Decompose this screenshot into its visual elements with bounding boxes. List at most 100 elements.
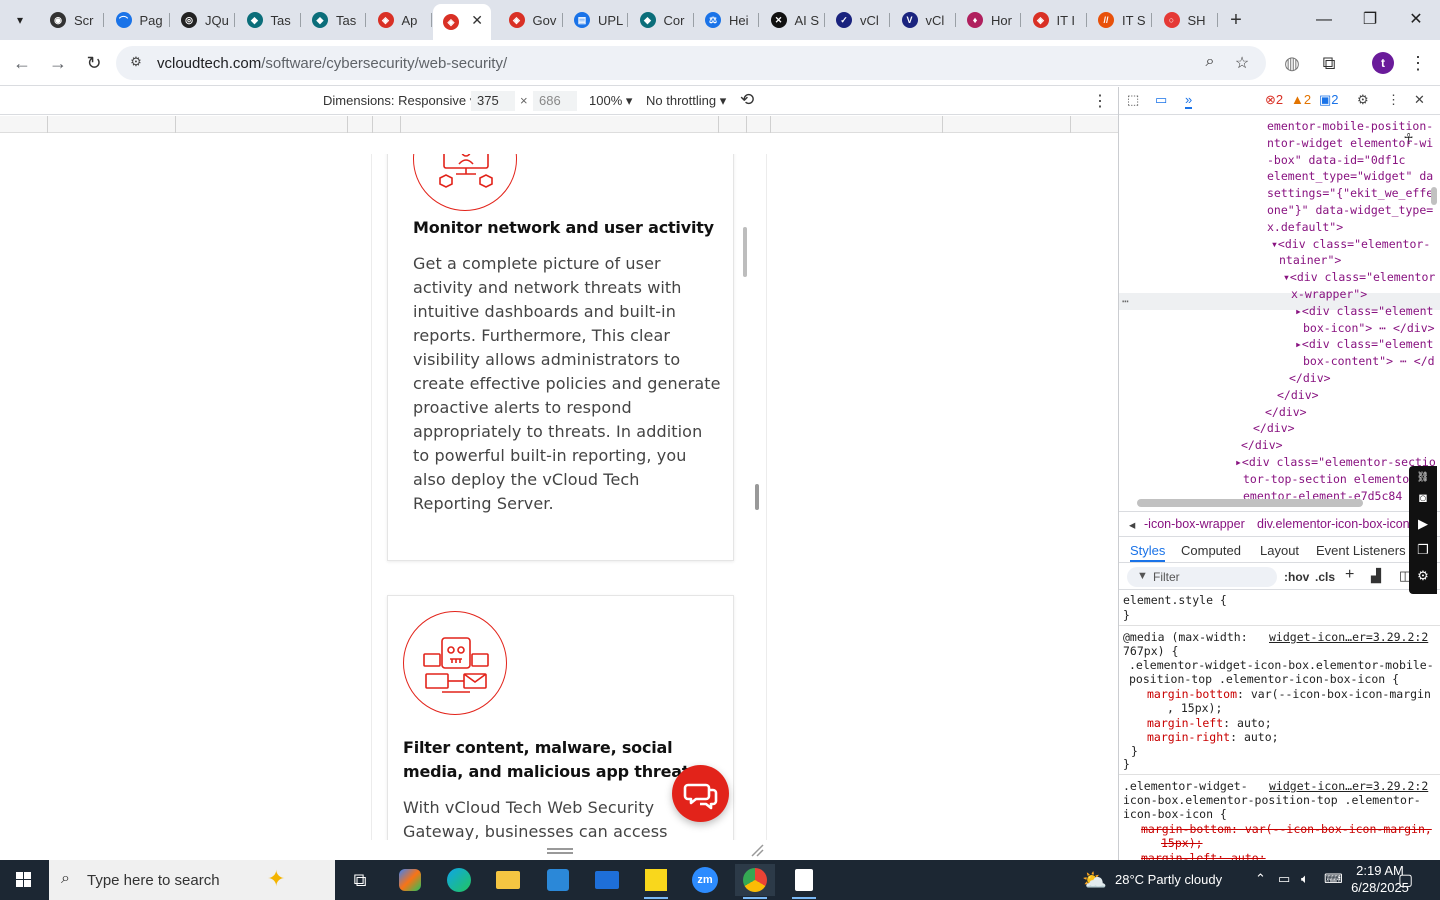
device-toggle-icon[interactable]: ▭ — [1155, 92, 1167, 108]
hov-toggle[interactable]: :hov — [1284, 570, 1309, 584]
browser-tab[interactable]: ⚖ Hei — [695, 4, 759, 36]
dom-node-line[interactable]: ▸<div class="elementor-sectio — [1235, 454, 1436, 471]
browser-tab[interactable]: ♦ Hor — [957, 4, 1021, 36]
browser-tab[interactable]: // IT S — [1088, 4, 1152, 36]
settings-gear-icon[interactable]: ⚙ — [1357, 92, 1369, 108]
rotate-icon[interactable]: ⟲ — [740, 90, 754, 110]
messages-badge[interactable]: ▣2 — [1319, 92, 1339, 108]
tab-close-icon[interactable]: ✕ — [471, 12, 483, 29]
dom-node-line[interactable]: x-wrapper"> — [1291, 286, 1367, 303]
notifications-icon[interactable]: ▢ — [1398, 870, 1413, 890]
browser-menu-icon[interactable]: ⋮ — [1405, 50, 1431, 76]
browser-tab[interactable]: ◆ Tas — [237, 4, 301, 36]
chrome-icon[interactable] — [735, 864, 775, 899]
more-options-icon[interactable]: ⋮ — [1092, 91, 1108, 111]
overridden-declaration[interactable]: margin-left: auto; — [1141, 851, 1266, 860]
link-icon[interactable]: ⛓ — [1413, 468, 1433, 488]
resize-handle-bottom[interactable] — [547, 848, 573, 854]
throttling-dropdown[interactable]: No throttling ▾ — [646, 93, 726, 109]
file-explorer-icon[interactable] — [488, 864, 528, 896]
translate-icon[interactable]: ◍ — [1279, 50, 1305, 76]
mail-icon[interactable] — [587, 864, 627, 896]
dom-node-line[interactable]: ementor-mobile-position- — [1267, 118, 1433, 135]
dom-node-line[interactable]: ▸<div class="element — [1295, 303, 1433, 320]
styles-pane[interactable]: element.style { } @media (max-width: wid… — [1119, 591, 1440, 860]
paint-brush-icon[interactable]: ▟ — [1371, 568, 1381, 584]
sticky-notes-icon[interactable] — [636, 864, 676, 899]
media-query-ruler[interactable] — [0, 116, 1118, 133]
microsoft-store-icon[interactable] — [538, 864, 578, 896]
camera-icon[interactable]: ◙ — [1413, 488, 1433, 508]
browser-tab[interactable]: ◎ JQu — [171, 4, 235, 36]
dom-node-line[interactable]: </div> — [1241, 437, 1283, 454]
video-camera-icon[interactable]: ▶ — [1413, 514, 1433, 534]
browser-tab[interactable]: ⌒ Pag — [106, 4, 170, 36]
browser-tab[interactable]: ◈ ✕ — [433, 4, 491, 40]
elements-vertical-scrollbar[interactable] — [1431, 187, 1437, 205]
new-tab-button[interactable]: + — [1224, 8, 1248, 32]
css-property[interactable]: margin-left — [1147, 716, 1223, 730]
dom-node-line[interactable]: ▾<div class="elementor — [1283, 269, 1435, 286]
tab-styles[interactable]: Styles — [1130, 543, 1166, 562]
tab-event-listeners[interactable]: Event Listeners — [1316, 543, 1406, 558]
minimize-button[interactable]: — — [1310, 8, 1338, 32]
browser-tab[interactable]: ▤ UPL — [564, 4, 628, 36]
back-button[interactable]: ← — [9, 50, 35, 76]
url-text[interactable]: vcloudtech.com/software/cybersecurity/we… — [157, 55, 507, 72]
dom-node-line[interactable]: settings="{"ekit_we_effe — [1267, 185, 1433, 202]
browser-tab[interactable]: ✕ AI S — [761, 4, 825, 36]
keyboard-icon[interactable]: ⌨ — [1324, 871, 1343, 887]
zoom-dropdown[interactable]: 100% ▾ — [589, 93, 632, 109]
browser-tab[interactable]: ◈ Gov — [499, 4, 563, 36]
css-property[interactable]: margin-bottom — [1147, 687, 1237, 701]
task-view-icon[interactable]: ⧉ — [340, 864, 380, 896]
tab-computed[interactable]: Computed — [1181, 543, 1241, 558]
dom-node-line[interactable]: -box" data-id="0df1c — [1267, 152, 1405, 169]
zoom-app-icon[interactable]: zm — [685, 864, 725, 896]
cls-toggle[interactable]: .cls — [1315, 570, 1335, 584]
reload-button[interactable]: ↻ — [81, 50, 107, 76]
browser-tab[interactable]: ◆ Tas — [302, 4, 366, 36]
overridden-declaration[interactable]: margin-bottom: var(--icon-box-icon-margi… — [1141, 822, 1432, 837]
css-property[interactable]: margin-right — [1147, 730, 1230, 744]
more-panels-icon[interactable]: » — [1185, 92, 1193, 109]
start-button[interactable] — [0, 860, 48, 900]
source-link[interactable]: widget-icon…er=3.29.2:2 — [1269, 630, 1428, 645]
dom-node-line[interactable]: </div> — [1277, 387, 1319, 404]
volume-icon[interactable]: 🔈︎ — [1301, 871, 1309, 887]
tab-search-button[interactable]: ▾ — [6, 6, 34, 34]
height-input[interactable]: 686 — [533, 91, 577, 111]
source-link[interactable]: widget-icon…er=3.29.2:2 — [1269, 779, 1428, 794]
site-info-icon[interactable]: ⚙ — [126, 54, 146, 72]
dom-node-line[interactable]: box-icon"> ⋯ </div> — [1303, 320, 1435, 337]
close-devtools-icon[interactable]: ✕ — [1414, 92, 1425, 108]
tab-layout[interactable]: Layout — [1260, 543, 1299, 558]
forward-button[interactable]: → — [45, 50, 71, 76]
bookmark-star-icon[interactable]: ☆ — [1232, 53, 1252, 73]
extensions-icon[interactable]: ⧉ — [1316, 50, 1342, 76]
browser-tab[interactable]: ○ SH — [1154, 4, 1218, 36]
errors-badge[interactable]: ⊗2 — [1265, 92, 1283, 108]
dom-node-line[interactable]: ntor-widget elementor-wi — [1267, 135, 1433, 152]
browser-tab[interactable]: ◈ Ap — [368, 4, 432, 36]
styles-filter-input[interactable]: ▼ Filter — [1127, 567, 1277, 587]
maximize-button[interactable]: ❐ — [1356, 8, 1384, 32]
device-scrollbar[interactable] — [743, 227, 747, 277]
network-icon[interactable]: ▭ — [1278, 871, 1290, 887]
dimensions-dropdown[interactable]: Dimensions: Responsive ▾ — [323, 93, 476, 109]
dom-node-line[interactable]: ▸<div class="element — [1295, 336, 1433, 353]
node-ellipsis-icon[interactable]: ⋯ — [1122, 293, 1129, 310]
omnibox[interactable]: ⚙ vcloudtech.com/software/cybersecurity/… — [116, 46, 1266, 80]
new-rule-plus-icon[interactable]: + — [1345, 566, 1354, 584]
elements-horizontal-scrollbar[interactable] — [1137, 499, 1363, 507]
live-chat-button[interactable] — [672, 765, 729, 822]
window-capture-icon[interactable]: ❐ — [1413, 540, 1433, 560]
dom-node-line[interactable]: </div> — [1253, 420, 1295, 437]
browser-tab[interactable]: ✓ vCl — [826, 4, 890, 36]
dom-node-line[interactable]: </div> — [1289, 370, 1331, 387]
edge-browser-icon[interactable] — [439, 864, 479, 896]
width-input[interactable]: 375 — [471, 91, 515, 111]
breadcrumb-item-active[interactable]: div.elementor-icon-box-icon — [1257, 517, 1410, 531]
zoom-icon[interactable]: ⌕ — [1200, 53, 1220, 73]
inspect-element-icon[interactable]: ⬚ — [1127, 92, 1139, 108]
